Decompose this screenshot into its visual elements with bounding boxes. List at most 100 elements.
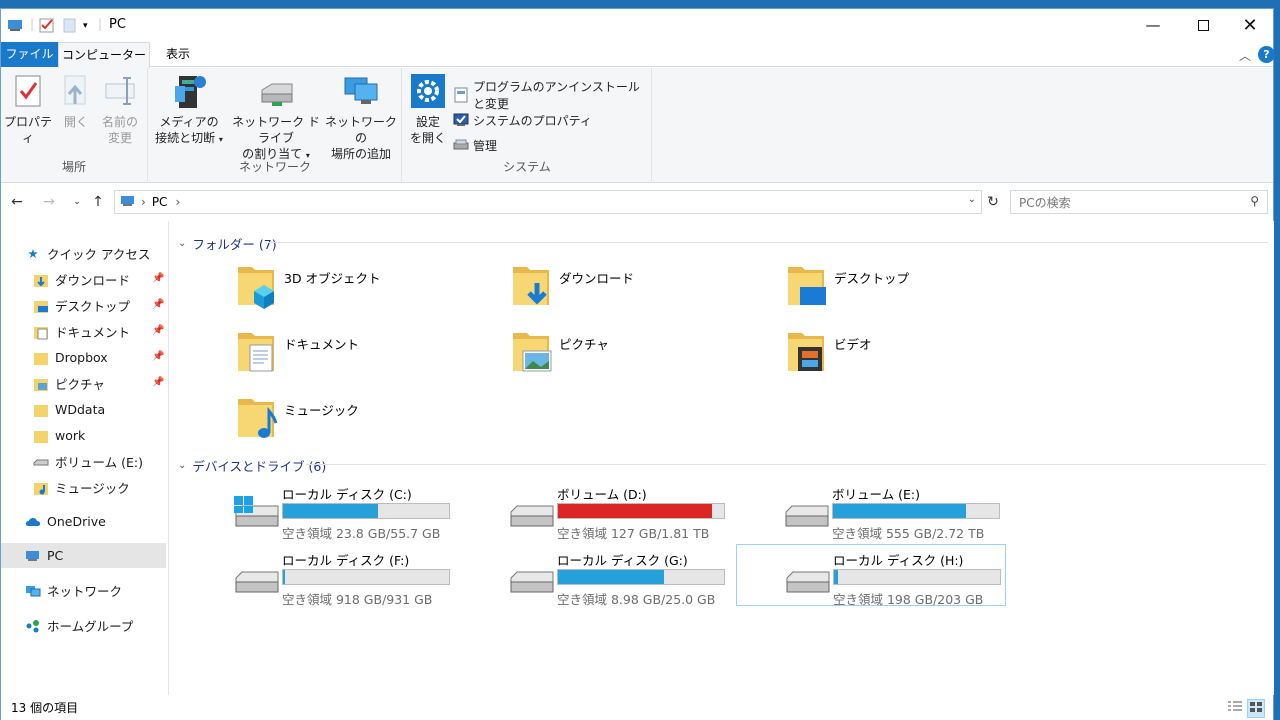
drive-icon bbox=[783, 562, 831, 594]
breadcrumb-separator-end[interactable]: › bbox=[175, 195, 180, 209]
manage-button[interactable]: 管理 bbox=[453, 135, 497, 155]
folder-3d-objects[interactable]: 3D オブジェクト bbox=[234, 261, 504, 319]
maximize-button[interactable] bbox=[1178, 9, 1228, 41]
downloads-folder-icon bbox=[509, 261, 557, 309]
media-connect-button[interactable]: メディアの 接続と切断 ▾ bbox=[153, 72, 225, 148]
refresh-icon[interactable]: ↻ bbox=[983, 192, 1003, 212]
folder-pictures[interactable]: ピクチャ bbox=[509, 327, 779, 385]
drive-d[interactable]: ボリューム (D:) 空き領域 127 GB/1.81 TB bbox=[503, 480, 773, 541]
collapse-ribbon-icon[interactable]: ︿ bbox=[1239, 47, 1251, 64]
desktop-folder-icon bbox=[784, 261, 832, 309]
sidebar-network[interactable]: ネットワーク bbox=[1, 578, 166, 603]
drive-e[interactable]: ボリューム (E:) 空き領域 555 GB/2.72 TB bbox=[778, 480, 1048, 541]
drive-usage-fill bbox=[558, 504, 713, 518]
open-settings-button[interactable]: 設定 を開く bbox=[407, 72, 449, 146]
uninstall-program-button[interactable]: プログラムのアンインストールと変更 bbox=[453, 80, 651, 111]
sidebar-item-music[interactable]: ミュージック bbox=[1, 475, 166, 500]
folders-section-header[interactable]: ⌄ フォルダー (7) bbox=[178, 234, 1268, 253]
search-box[interactable]: PCの検索 ⚲ bbox=[1010, 190, 1268, 214]
drive-icon bbox=[782, 496, 830, 528]
folder-desktop[interactable]: デスクトップ bbox=[784, 261, 1054, 319]
folder-downloads[interactable]: ダウンロード bbox=[509, 261, 779, 319]
breadcrumb-separator[interactable]: › bbox=[141, 195, 146, 209]
navigation-bar: ← → ⌄ ↑ › PC › ⌄ ↻ PCの検索 ⚲ bbox=[1, 183, 1273, 219]
network-icon bbox=[25, 583, 41, 599]
tab-file[interactable]: ファイル bbox=[1, 42, 58, 67]
close-button[interactable]: ✕ bbox=[1225, 9, 1275, 41]
pictures-folder-icon bbox=[33, 376, 49, 392]
drive-g[interactable]: ローカル ディスク (G:) 空き領域 8.98 GB/25.0 GB bbox=[503, 546, 773, 607]
drive-f[interactable]: ローカル ディスク (F:) 空き領域 918 GB/931 GB bbox=[228, 546, 498, 607]
recent-locations-icon[interactable]: ⌄ bbox=[67, 192, 87, 212]
folder-videos[interactable]: ビデオ bbox=[784, 327, 1054, 385]
system-properties-button[interactable]: システムのプロパティ bbox=[453, 110, 592, 130]
collapse-chevron-icon[interactable]: ⌄ bbox=[178, 460, 186, 471]
sidebar-item-pictures[interactable]: ピクチャ 📌 bbox=[1, 371, 166, 396]
pc-icon bbox=[25, 548, 41, 564]
media-server-icon bbox=[153, 72, 225, 110]
large-icons-view-icon[interactable] bbox=[1247, 699, 1265, 718]
drive-usage-bar bbox=[282, 569, 450, 585]
details-view-icon[interactable] bbox=[1227, 700, 1243, 717]
drive-c[interactable]: ローカル ディスク (C:) 空き領域 23.8 GB/55.7 GB bbox=[228, 480, 498, 541]
sidebar-item-wddata[interactable]: WDdata bbox=[1, 397, 166, 422]
sidebar-quick-access[interactable]: ★ クイック アクセス bbox=[1, 241, 166, 266]
minimize-button[interactable]: — bbox=[1128, 9, 1178, 41]
pin-icon[interactable]: 📌 bbox=[152, 273, 164, 285]
properties-button[interactable]: プロパティ bbox=[3, 72, 53, 146]
sidebar-item-desktop[interactable]: デスクトップ 📌 bbox=[1, 293, 166, 318]
tab-view[interactable]: 表示 bbox=[154, 42, 202, 67]
pc-small-icon bbox=[7, 17, 25, 35]
group-network: メディアの 接続と切断 ▾ ネットワーク ドライブ の割り当て ▾ ネットワーク… bbox=[149, 68, 402, 181]
drive-usage-bar bbox=[557, 503, 725, 519]
pin-icon[interactable]: 📌 bbox=[152, 351, 164, 363]
breadcrumb-pc[interactable]: PC bbox=[152, 195, 168, 209]
sidebar-homegroup[interactable]: ホームグループ bbox=[1, 613, 166, 638]
new-folder-quick-icon[interactable] bbox=[63, 17, 77, 35]
drive-usage-bar bbox=[282, 503, 450, 519]
manage-icon bbox=[453, 137, 469, 153]
address-dropdown-icon[interactable]: ⌄ bbox=[968, 194, 976, 205]
settings-gear-icon bbox=[407, 72, 449, 110]
up-icon[interactable]: ↑ bbox=[88, 192, 108, 212]
pin-icon[interactable]: 📌 bbox=[152, 299, 164, 311]
forward-icon[interactable]: → bbox=[39, 192, 59, 212]
sidebar-onedrive[interactable]: OneDrive bbox=[1, 509, 166, 534]
search-input[interactable]: PCの検索 bbox=[1019, 194, 1071, 211]
onedrive-cloud-icon bbox=[25, 514, 41, 530]
drives-section-header[interactable]: ⌄ デバイスとドライブ (6) bbox=[178, 456, 1266, 475]
sidebar-item-downloads[interactable]: ダウンロード 📌 bbox=[1, 267, 166, 292]
customize-quick-access-icon[interactable]: ▾ bbox=[83, 21, 88, 39]
sidebar-item-volume-e[interactable]: ボリューム (E:) bbox=[1, 449, 166, 474]
add-network-location-button[interactable]: ネットワークの 場所の追加 bbox=[325, 72, 397, 162]
folder-documents[interactable]: ドキュメント bbox=[234, 327, 504, 385]
3d-objects-folder-icon bbox=[234, 261, 282, 309]
folder-icon bbox=[33, 402, 49, 418]
back-icon[interactable]: ← bbox=[7, 192, 27, 212]
map-network-drive-button[interactable]: ネットワーク ドライブ の割り当て ▾ bbox=[227, 72, 325, 164]
drive-icon bbox=[33, 454, 49, 470]
sidebar-pc[interactable]: PC bbox=[1, 543, 166, 568]
open-button[interactable]: 開く bbox=[53, 72, 99, 130]
folder-music[interactable]: ミュージック bbox=[234, 393, 504, 451]
address-bar[interactable]: › PC › ⌄ bbox=[114, 190, 982, 214]
sidebar-item-dropbox[interactable]: Dropbox 📌 bbox=[1, 345, 166, 370]
ribbon-tabs: ファイル コンピューター 表示 ︿ ? bbox=[1, 42, 1275, 68]
help-icon[interactable]: ? bbox=[1258, 46, 1275, 63]
homegroup-icon bbox=[25, 618, 41, 634]
title-bar: | ▾ | PC — ✕ bbox=[1, 9, 1273, 42]
properties-quick-icon[interactable] bbox=[39, 17, 55, 35]
tab-computer[interactable]: コンピューター bbox=[58, 42, 150, 68]
sidebar-item-work[interactable]: work bbox=[1, 423, 166, 448]
ribbon: プロパティ 開く 名前の 変更 場所 メディアの 接続と切断 ▾ ネットワーク … bbox=[1, 68, 1273, 183]
collapse-chevron-icon[interactable]: ⌄ bbox=[178, 238, 186, 249]
pin-icon[interactable]: 📌 bbox=[152, 325, 164, 337]
search-icon[interactable]: ⚲ bbox=[1250, 194, 1259, 208]
drive-usage-fill bbox=[283, 570, 286, 584]
rename-button[interactable]: 名前の 変更 bbox=[97, 72, 143, 146]
sidebar-item-documents[interactable]: ドキュメント 📌 bbox=[1, 319, 166, 344]
music-folder-icon bbox=[33, 480, 49, 496]
drive-usage-fill bbox=[283, 504, 378, 518]
drive-h[interactable]: ローカル ディスク (H:) 空き領域 198 GB/203 GB bbox=[736, 544, 1006, 607]
pin-icon[interactable]: 📌 bbox=[152, 377, 164, 389]
